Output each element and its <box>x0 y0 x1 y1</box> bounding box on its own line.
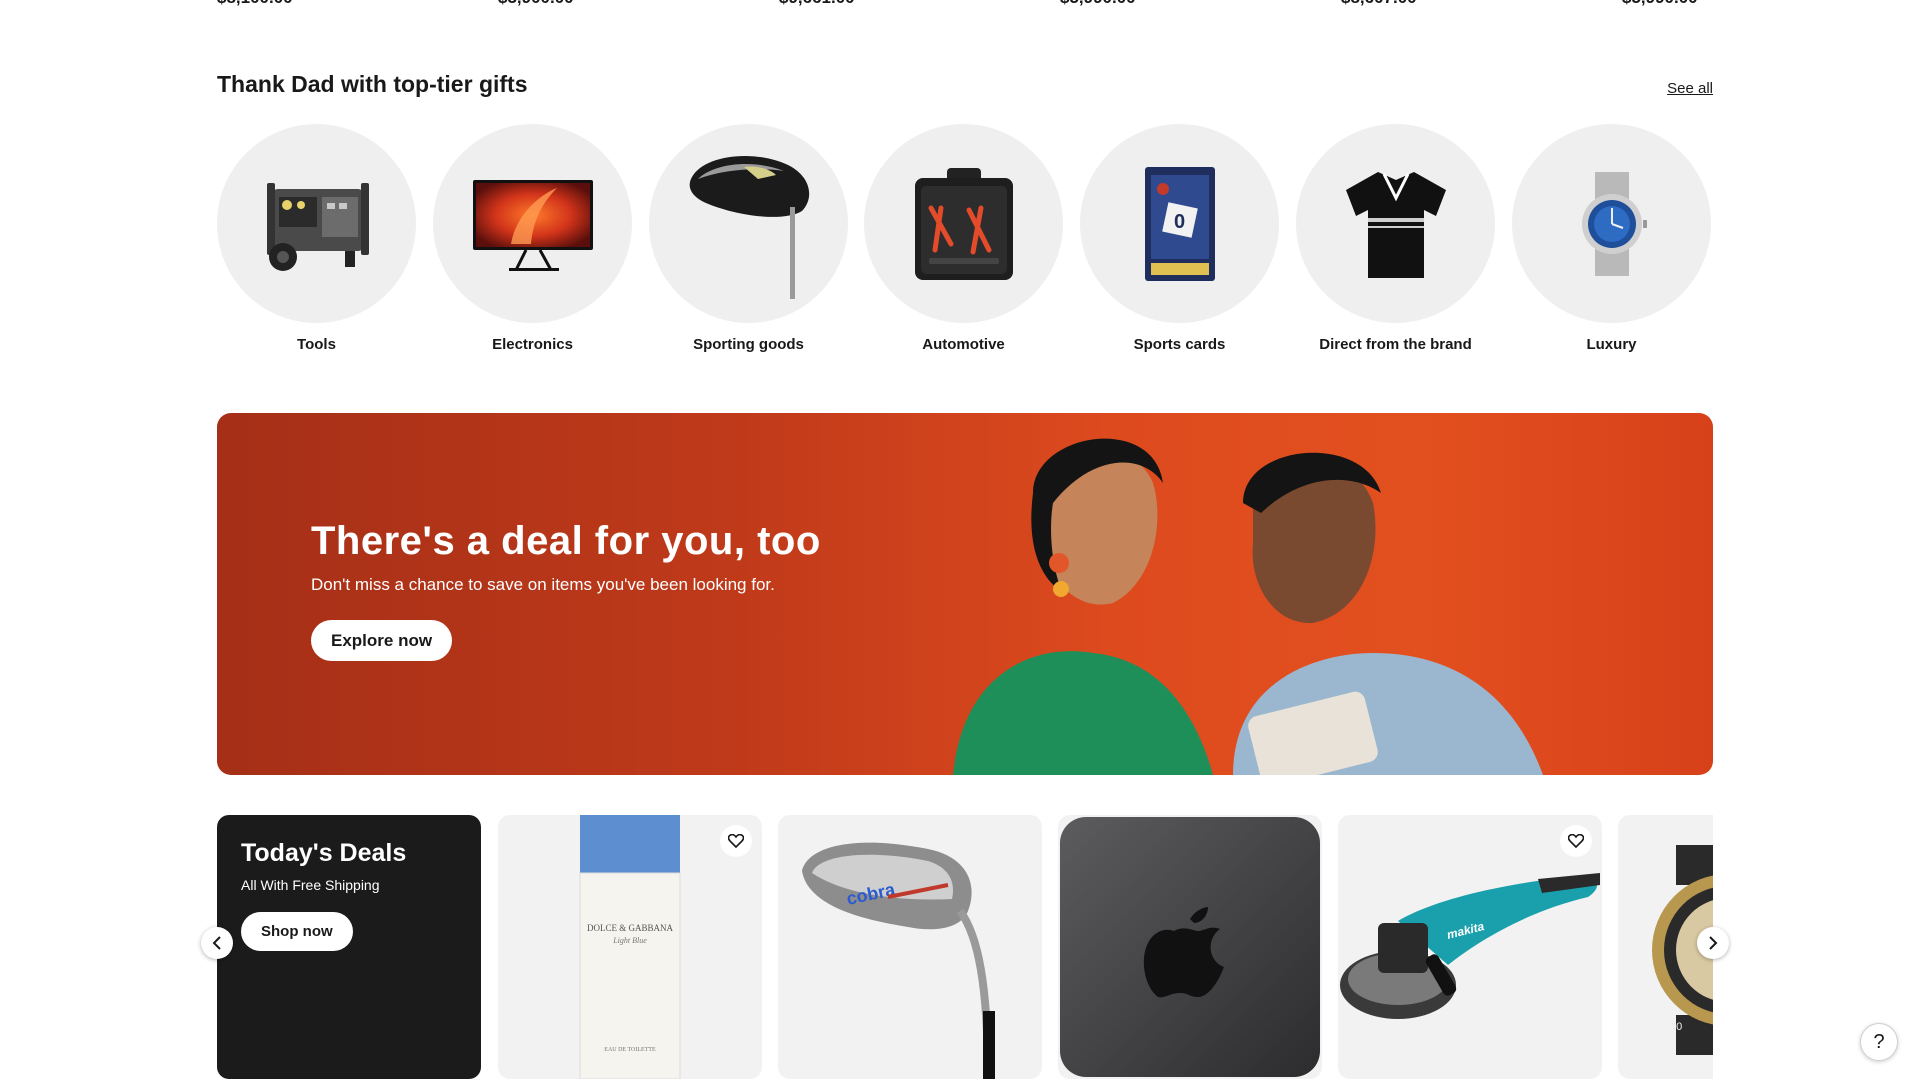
perfume-bottle-icon: DOLCE & GABBANA Light Blue EAU DE TOILET… <box>579 815 681 1079</box>
category-circle <box>864 124 1063 323</box>
category-circle <box>217 124 416 323</box>
category-label: Tools <box>297 336 336 353</box>
deal-item-card[interactable]: DOLCE & GABBANA Light Blue EAU DE TOILET… <box>498 815 762 1079</box>
product-price: $5,990.00 <box>1060 0 1136 8</box>
deal-item-card[interactable]: cobra <box>778 815 1042 1079</box>
price-row: $8,100.00 $3,900.00 $9,661.00 $5,990.00 … <box>217 0 1713 8</box>
carousel-next-button[interactable] <box>1697 927 1729 959</box>
svg-text:0: 0 <box>1174 211 1185 233</box>
help-button[interactable]: ? <box>1860 1023 1898 1061</box>
promo-banner[interactable]: There's a deal for you, too Don't miss a… <box>217 413 1713 775</box>
banner-subtitle: Don't miss a chance to save on items you… <box>311 575 775 594</box>
category-electronics[interactable]: Electronics <box>433 124 632 353</box>
monitor-icon <box>472 179 593 271</box>
category-sports-cards[interactable]: 0 Sports cards <box>1080 124 1279 353</box>
chevron-right-icon <box>1709 936 1718 950</box>
shop-now-button[interactable]: Shop now <box>241 912 353 951</box>
todays-deals-card: Today's Deals All With Free Shipping Sho… <box>217 815 481 1079</box>
category-circle: 0 <box>1080 124 1279 323</box>
perfume-brand-text: DOLCE & GABBANA <box>587 923 674 933</box>
perfume-foot-text: EAU DE TOILETTE <box>604 1047 656 1053</box>
deal-item-card[interactable] <box>1058 815 1322 1079</box>
mac-mini-icon <box>1060 817 1320 1077</box>
card-pack-icon: 0 <box>1144 166 1215 281</box>
product-price: $5,990.00 <box>1622 0 1698 8</box>
product-price: $8,607.00 <box>1341 0 1417 8</box>
category-circle <box>649 124 848 323</box>
category-luxury[interactable]: Luxury <box>1512 124 1711 353</box>
generator-icon <box>266 182 369 271</box>
heart-icon[interactable] <box>1560 825 1592 857</box>
category-circle <box>1512 124 1711 323</box>
category-circle <box>1296 124 1495 323</box>
carousel-prev-button[interactable] <box>201 927 233 959</box>
explore-now-button[interactable]: Explore now <box>311 620 453 661</box>
category-label: Luxury <box>1586 336 1637 353</box>
couple-photo-illustration <box>953 438 1543 775</box>
see-all-link[interactable]: See all <box>1667 80 1713 97</box>
category-label: Sporting goods <box>693 336 804 353</box>
product-price: $9,661.00 <box>779 0 855 8</box>
toolkit-icon <box>914 167 1013 280</box>
category-direct-from-brand[interactable]: Direct from the brand <box>1296 124 1495 353</box>
category-label: Direct from the brand <box>1319 336 1472 353</box>
section-title: Thank Dad with top-tier gifts <box>217 71 528 97</box>
category-tools[interactable]: Tools <box>217 124 416 353</box>
banner-title: There's a deal for you, too <box>311 519 821 563</box>
svg-text:40: 40 <box>1670 1021 1682 1033</box>
page: $8,100.00 $3,900.00 $9,661.00 $5,990.00 … <box>0 0 1920 1080</box>
product-price: $3,900.00 <box>498 0 574 8</box>
heart-icon[interactable] <box>720 825 752 857</box>
category-label: Electronics <box>492 336 573 353</box>
polo-shirt-icon <box>1345 171 1446 278</box>
category-sporting-goods[interactable]: Sporting goods <box>649 124 848 353</box>
chevron-left-icon <box>212 936 221 950</box>
golf-driver-icon <box>689 155 809 299</box>
angle-grinder-icon: makita <box>1340 873 1600 1019</box>
golf-iron-icon: cobra <box>802 842 995 1079</box>
deals-subtitle: All With Free Shipping <box>241 877 380 893</box>
category-circle <box>433 124 632 323</box>
deal-item-card[interactable]: makita <box>1338 815 1602 1079</box>
category-automotive[interactable]: Automotive <box>864 124 1063 353</box>
category-label: Sports cards <box>1133 336 1226 353</box>
category-label: Automotive <box>922 336 1005 353</box>
deals-title: Today's Deals <box>241 839 407 867</box>
watch-icon <box>1581 171 1647 276</box>
product-price: $8,100.00 <box>217 0 293 8</box>
perfume-line-text: Light Blue <box>612 936 647 945</box>
